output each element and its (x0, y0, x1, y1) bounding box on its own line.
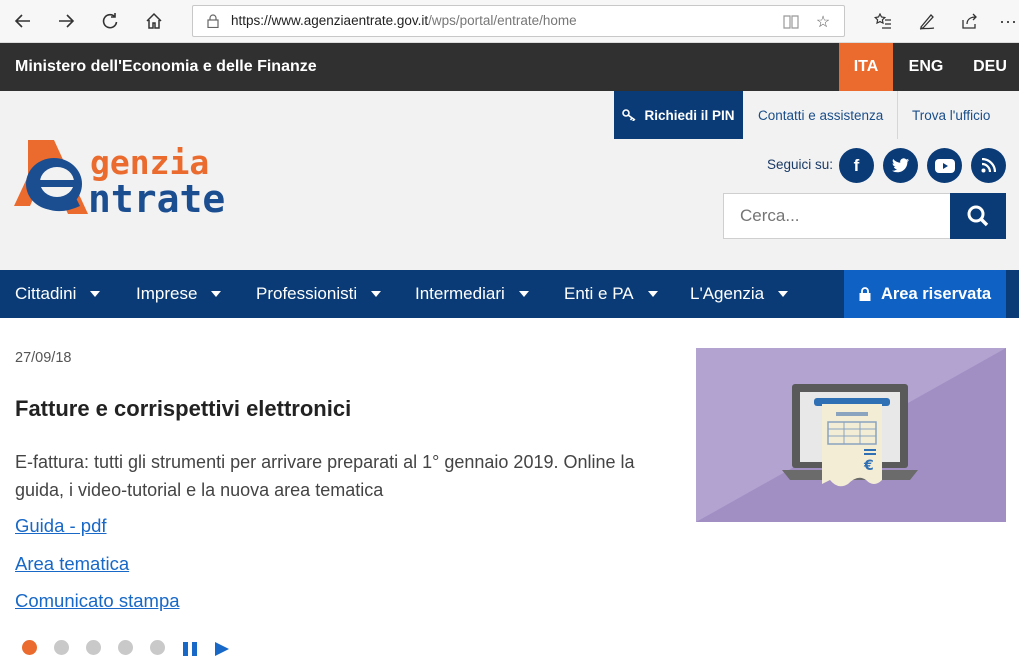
twitter-icon[interactable] (883, 148, 918, 183)
refresh-icon[interactable] (96, 8, 124, 34)
pause-icon[interactable] (182, 641, 198, 657)
nav-professionisti[interactable]: Professionisti (256, 270, 382, 318)
caret-down-icon (518, 291, 529, 297)
nav-imprese[interactable]: Imprese (136, 270, 222, 318)
svg-text:ntrate: ntrate (88, 177, 225, 220)
find-office-link[interactable]: Trova l'ufficio (912, 91, 990, 139)
divider (897, 91, 898, 139)
facebook-icon[interactable]: f (839, 148, 874, 183)
carousel-dot-5[interactable] (150, 640, 165, 655)
share-icon[interactable] (956, 8, 984, 34)
caret-down-icon (90, 291, 101, 297)
rss-icon[interactable] (971, 148, 1006, 183)
lock-icon (859, 287, 871, 301)
news-lead: E-fattura: tutti gli strumenti per arriv… (15, 452, 635, 500)
lang-deu[interactable]: DEU (963, 43, 1017, 91)
pen-icon[interactable] (913, 8, 941, 34)
news-carousel: 27/09/18 Fatture e corrispettivi elettro… (0, 318, 1019, 667)
site-header: genzia ntrate Richiedi il PIN Contatti e… (0, 91, 1019, 270)
contact-link[interactable]: Contatti e assistenza (758, 91, 883, 139)
caret-down-icon (778, 291, 789, 297)
lock-icon (207, 14, 219, 28)
caret-down-icon (371, 291, 382, 297)
favorite-star-icon[interactable]: ☆ (813, 12, 833, 32)
search-icon (967, 205, 989, 227)
news-date: 27/09/18 (15, 350, 72, 366)
search-input[interactable] (723, 193, 951, 239)
e-invoice-illustration: € (696, 348, 1006, 522)
carousel-dot-4[interactable] (118, 640, 133, 655)
carousel-dot-2[interactable] (54, 640, 69, 655)
play-icon[interactable] (214, 641, 230, 657)
main-navigation: Cittadini Imprese Professionisti Interme… (0, 270, 1019, 318)
guide-pdf-link[interactable]: Guida - pdf (15, 515, 107, 537)
caret-down-icon (647, 291, 658, 297)
forward-icon[interactable] (52, 8, 80, 34)
lang-ita[interactable]: ITA (839, 43, 893, 91)
nav-cittadini[interactable]: Cittadini (15, 270, 101, 318)
lang-eng[interactable]: ENG (899, 43, 953, 91)
browser-toolbar: https://www.agenziaentrate.gov.it/wps/po… (0, 0, 1019, 43)
url-text: https://www.agenziaentrate.gov.it/wps/po… (231, 13, 577, 28)
carousel-dot-1[interactable] (22, 640, 37, 655)
caret-down-icon (211, 291, 222, 297)
favorites-list-icon[interactable] (869, 8, 897, 34)
agenzia-entrate-logo[interactable]: genzia ntrate (14, 136, 270, 221)
news-headline[interactable]: Fatture e corrispettivi elettronici (15, 396, 351, 422)
svg-text:€: € (863, 458, 874, 474)
search-button[interactable] (950, 193, 1006, 239)
address-bar[interactable]: https://www.agenziaentrate.gov.it/wps/po… (192, 5, 845, 37)
request-pin-button[interactable]: Richiedi il PIN (614, 91, 743, 139)
ministry-bar: Ministero dell'Economia e delle Finanze … (0, 43, 1019, 91)
nav-agenzia[interactable]: L'Agenzia (690, 270, 789, 318)
press-release-link[interactable]: Comunicato stampa (15, 590, 180, 612)
follow-label: Seguici su: (767, 157, 834, 172)
nav-enti-pa[interactable]: Enti e PA (564, 270, 658, 318)
back-icon[interactable] (9, 8, 37, 34)
more-icon[interactable]: ··· (998, 8, 1018, 34)
reading-view-icon[interactable] (781, 12, 801, 32)
youtube-icon[interactable] (927, 148, 962, 183)
carousel-dot-3[interactable] (86, 640, 101, 655)
nav-intermediari[interactable]: Intermediari (415, 270, 529, 318)
thematic-area-link[interactable]: Area tematica (15, 553, 129, 575)
ministry-title[interactable]: Ministero dell'Economia e delle Finanze (15, 58, 317, 76)
home-icon[interactable] (140, 8, 168, 34)
reserved-area-button[interactable]: Area riservata (844, 270, 1006, 318)
key-icon (622, 109, 636, 121)
